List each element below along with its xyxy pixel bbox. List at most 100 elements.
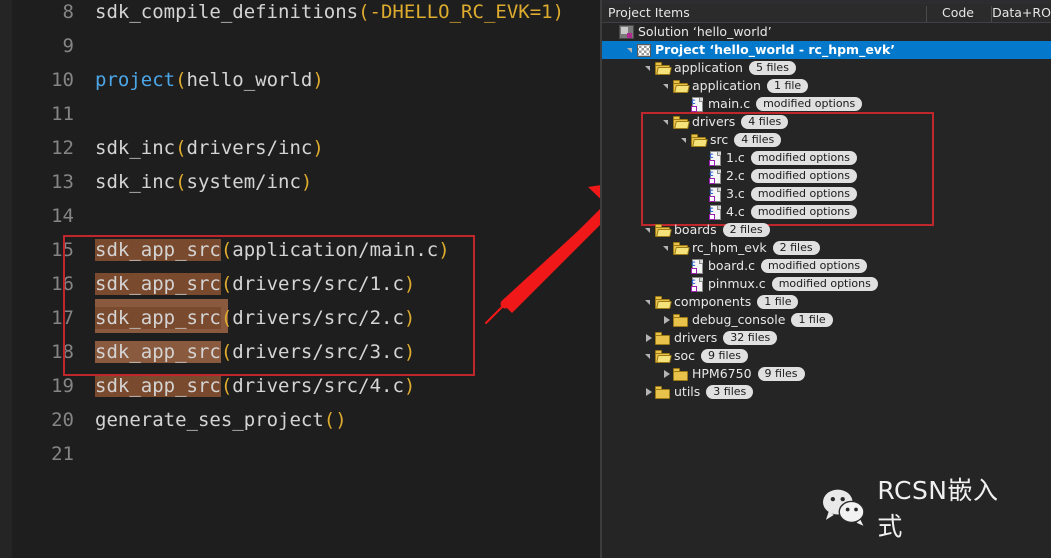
code-text[interactable]: sdk_compile_definitions(-DHELLO_RC_EVK=1… [95, 0, 564, 29]
code-token: sdk_app_src [95, 375, 221, 397]
line-number: 10 [51, 69, 74, 91]
tree-row-badge: 1 file [791, 313, 833, 327]
tree-row-label: main.c [708, 96, 751, 111]
code-text[interactable]: generate_ses_project() [95, 403, 347, 437]
chevron-down-icon[interactable] [660, 77, 673, 95]
project-icon [637, 43, 651, 57]
tree-row[interactable]: Project ‘hello_world - rc_hpm_evk’ [602, 41, 1051, 59]
tree-row[interactable]: drivers 4 files [602, 113, 1051, 131]
line-number: 21 [51, 443, 74, 465]
tree-row[interactable]: drivers 32 files [602, 329, 1051, 347]
tree-row-label: rc_hpm_evk [692, 240, 767, 255]
chevron-down-icon[interactable] [642, 347, 655, 365]
tree-row-badge: modified options [756, 97, 863, 111]
chevron-down-icon[interactable] [660, 113, 673, 131]
tree-row-label: 4.c [726, 204, 745, 219]
tree-row[interactable]: soc 9 files [602, 347, 1051, 365]
tree-row-label: pinmux.c [708, 276, 766, 291]
tree-row-label: drivers [692, 114, 736, 129]
code-token: ( [220, 375, 233, 397]
column-header-project-items[interactable]: Project Items [608, 4, 690, 23]
tree-row[interactable]: c main.c modified options [602, 95, 1051, 113]
tree-row-label: 1.c [726, 150, 745, 165]
tree-row[interactable]: c 1.c modified options [602, 149, 1051, 167]
tree-row[interactable]: Solution ‘hello_world’ [602, 23, 1051, 41]
c-file-icon: c [691, 96, 704, 112]
code-line[interactable]: 14 [0, 199, 601, 233]
code-token: () [323, 409, 347, 431]
tree-row-label: application [692, 78, 761, 93]
code-line[interactable]: 9 [0, 29, 601, 63]
tree-row[interactable]: c board.c modified options [602, 257, 1051, 275]
code-token: sdk_inc [95, 171, 176, 193]
code-text[interactable]: sdk_inc(drivers/inc) [95, 131, 324, 165]
tree-row-label: soc [674, 348, 696, 363]
chevron-right-icon[interactable] [660, 365, 673, 383]
tree-row[interactable]: utils 3 files [602, 383, 1051, 401]
folder-open-icon [655, 349, 672, 363]
c-file-icon: c [709, 204, 722, 220]
folder-icon [655, 331, 670, 345]
folder-open-icon [673, 79, 690, 93]
code-text[interactable]: project(hello_world) [95, 63, 324, 97]
code-line[interactable]: 13 sdk_inc(system/inc) [0, 165, 601, 199]
chevron-right-icon[interactable] [642, 329, 655, 347]
tree-row[interactable]: boards 2 files [602, 221, 1051, 239]
code-line[interactable]: 20 generate_ses_project() [0, 403, 601, 437]
code-line[interactable]: 21 [0, 437, 601, 471]
c-file-icon: c [709, 186, 722, 202]
tree-row-label: drivers [674, 330, 718, 345]
chevron-right-icon[interactable] [660, 311, 673, 329]
code-line[interactable]: 11 [0, 97, 601, 131]
code-token: ) [312, 69, 324, 91]
chevron-down-icon[interactable] [678, 131, 691, 149]
code-token: drivers/src/4.c [232, 375, 404, 397]
chevron-right-icon[interactable] [642, 383, 655, 401]
tree-row[interactable]: debug_console 1 file [602, 311, 1051, 329]
wechat-icon [822, 489, 865, 526]
tree-row-badge: 9 files [701, 349, 749, 363]
column-header-data-ro[interactable]: Data+RO [992, 4, 1051, 23]
folder-icon [673, 313, 688, 327]
line-number: 20 [51, 409, 74, 431]
folder-icon [655, 385, 670, 399]
code-token: ) [403, 375, 416, 397]
code-line[interactable]: 10 project(hello_world) [0, 63, 601, 97]
line-number: 9 [62, 35, 74, 57]
tree-row[interactable]: c pinmux.c modified options [602, 275, 1051, 293]
tree-row[interactable]: c 4.c modified options [602, 203, 1051, 221]
chevron-down-icon[interactable] [642, 221, 655, 239]
folder-open-icon [673, 241, 690, 255]
code-token: (-DHELLO_RC_EVK=1) [358, 1, 565, 23]
chevron-down-icon[interactable] [642, 293, 655, 311]
code-token: ( [175, 171, 187, 193]
tree-row-badge: 9 files [757, 367, 805, 381]
tree-row[interactable]: application 5 files [602, 59, 1051, 77]
tree-row[interactable]: c 2.c modified options [602, 167, 1051, 185]
tree-row[interactable]: application 1 file [602, 77, 1051, 95]
tree-row[interactable]: components 1 file [602, 293, 1051, 311]
code-editor[interactable]: 8 sdk_compile_definitions(-DHELLO_RC_EVK=… [0, 0, 601, 558]
app-window: 8 sdk_compile_definitions(-DHELLO_RC_EVK=… [0, 0, 1051, 558]
tree-row-badge: modified options [760, 259, 868, 273]
tree-row-label: Project ‘hello_world - rc_hpm_evk’ [655, 42, 896, 57]
tree-row[interactable]: rc_hpm_evk 2 files [602, 239, 1051, 257]
chevron-down-icon[interactable] [642, 59, 655, 77]
tree-row-label: utils [674, 384, 701, 399]
tree-row[interactable]: HPM6750 9 files [602, 365, 1051, 383]
code-line[interactable]: 12 sdk_inc(drivers/inc) [0, 131, 601, 165]
chevron-down-icon[interactable] [624, 41, 637, 59]
code-line[interactable]: 8 sdk_compile_definitions(-DHELLO_RC_EVK=… [0, 0, 601, 29]
tree-row-label: components [674, 294, 752, 309]
chevron-down-icon[interactable] [660, 239, 673, 257]
column-header-code[interactable]: Code [926, 4, 990, 23]
tree-row-label: debug_console [692, 312, 786, 327]
code-text[interactable]: sdk_inc(system/inc) [95, 165, 312, 199]
tree-row[interactable]: src 4 files [602, 131, 1051, 149]
tree-row[interactable]: c 3.c modified options [602, 185, 1051, 203]
